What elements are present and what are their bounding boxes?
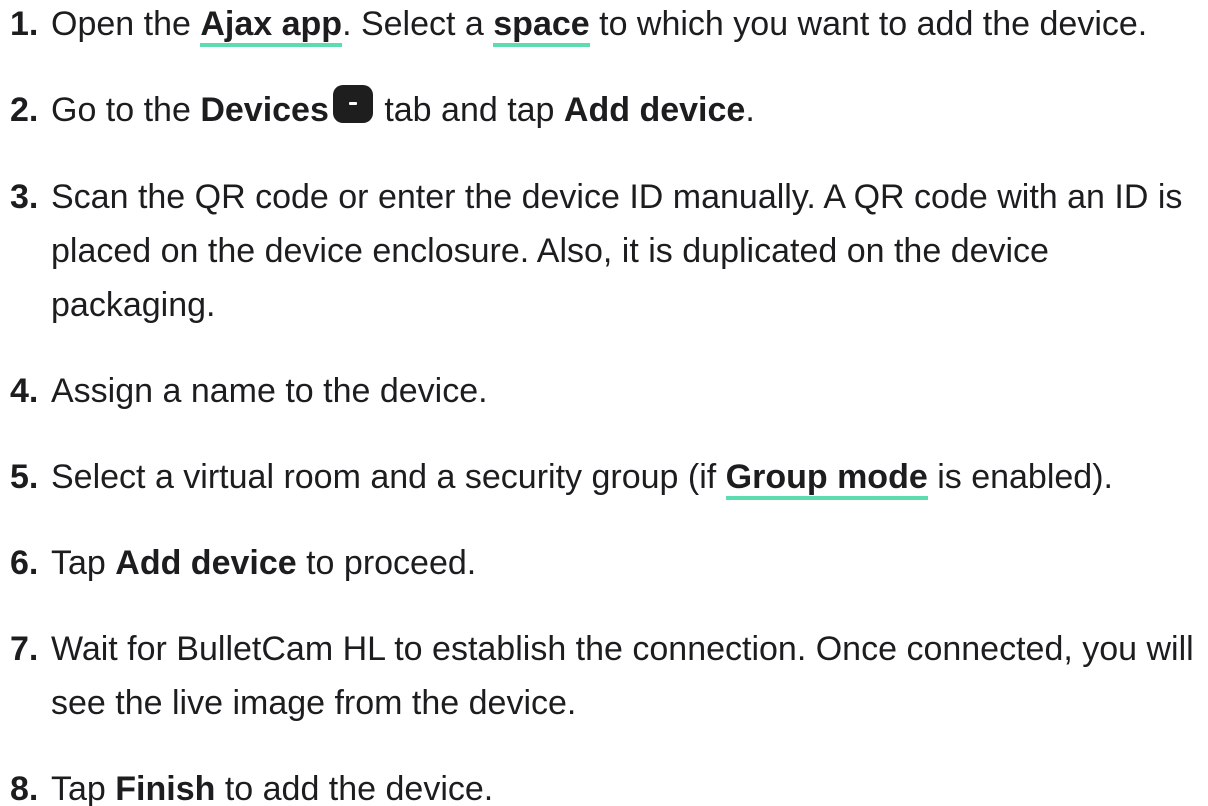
add-device-label: Add device bbox=[563, 91, 746, 129]
step-text: Wait for BulletCam HL to establish the c… bbox=[51, 630, 1194, 722]
step-number: 5. bbox=[10, 458, 39, 496]
step-text-segment: to proceed. bbox=[296, 544, 477, 582]
step-text-segment: is enabled). bbox=[927, 458, 1113, 496]
step-number: 7. bbox=[10, 630, 39, 668]
group-mode-link[interactable]: Group mode bbox=[725, 458, 928, 500]
step-text-segment: Open the bbox=[51, 5, 201, 43]
finish-label: Finish bbox=[115, 770, 216, 806]
step-text-segment: Tap bbox=[51, 770, 116, 806]
step-number: 1. bbox=[10, 5, 39, 43]
space-link[interactable]: space bbox=[493, 5, 590, 47]
step-text-segment: . Select a bbox=[342, 5, 494, 43]
step-text-segment: to add the device. bbox=[215, 770, 494, 806]
instruction-list: 1. Open the Ajax app. Select a space to … bbox=[0, 0, 1208, 806]
step-text: Tap Finish to add the device. bbox=[51, 762, 1202, 806]
step-text-segment: . bbox=[745, 91, 755, 129]
devices-label: Devices bbox=[200, 91, 329, 129]
add-device-label: Add device bbox=[115, 544, 297, 582]
step-number: 4. bbox=[10, 372, 39, 410]
step-text: Tap Add device to proceed. bbox=[51, 536, 1202, 590]
step-text-segment: Go to the bbox=[51, 91, 201, 129]
step-text: Open the Ajax app. Select a space to whi… bbox=[51, 0, 1202, 51]
step-number: 6. bbox=[10, 544, 39, 582]
step-text-segment: Select a virtual room and a security gro… bbox=[51, 458, 726, 496]
step-text-segment: to which you want to add the device. bbox=[589, 5, 1148, 43]
devices-tab-icon bbox=[332, 85, 373, 123]
step-number: 3. bbox=[10, 178, 39, 216]
step-text: Scan the QR code or enter the device ID … bbox=[51, 178, 1183, 324]
step-text-segment: tab and tap bbox=[374, 91, 564, 129]
step-text-segment: Tap bbox=[51, 544, 116, 582]
step-text: Select a virtual room and a security gro… bbox=[51, 450, 1202, 504]
ajax-app-link[interactable]: Ajax app bbox=[200, 5, 343, 47]
step-text: Assign a name to the device. bbox=[51, 372, 488, 410]
step-number: 2. bbox=[10, 91, 39, 129]
step-text: Go to the Devices tab and tap Add device… bbox=[51, 83, 1202, 137]
step-number: 8. bbox=[10, 770, 39, 806]
